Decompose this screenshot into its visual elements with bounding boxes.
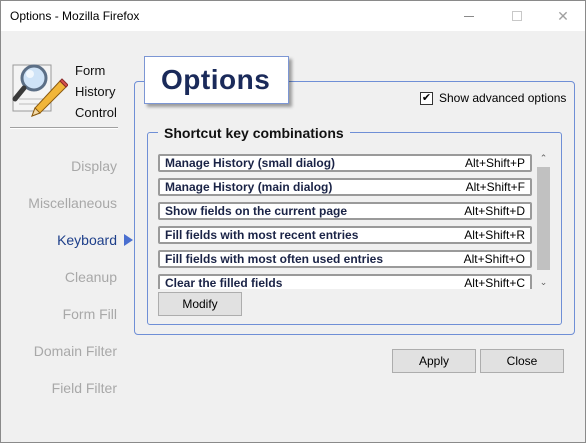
shortcut-command: Fill fields with most recent entries: [165, 228, 359, 242]
sidebar-divider: [10, 127, 118, 129]
shortcut-keys: Alt+Shift+P: [464, 156, 525, 170]
page-title: Options: [161, 64, 271, 95]
shortcut-command: Show fields on the current page: [165, 204, 348, 218]
window-title: Options - Mozilla Firefox: [10, 9, 140, 23]
advanced-options-checkbox[interactable]: ✔: [420, 91, 433, 105]
shortcut-command: Fill fields with most often used entries: [165, 252, 384, 266]
shortcut-command: Clear the filled fields: [165, 276, 283, 289]
minimize-icon: [464, 15, 474, 17]
scroll-down-button[interactable]: ⌄: [536, 275, 551, 289]
list-item[interactable]: Fill fields with most recent entries Alt…: [158, 226, 532, 244]
logo-line-2: History: [75, 84, 116, 99]
chevron-down-icon: ⌄: [539, 276, 548, 287]
shortcut-list[interactable]: Manage History (small dialog) Alt+Shift+…: [158, 151, 533, 289]
advanced-options-label: Show advanced options: [439, 91, 567, 105]
sidebar-item-miscellaneous[interactable]: Miscellaneous: [28, 195, 117, 215]
sidebar-item-cleanup[interactable]: Cleanup: [65, 269, 117, 289]
list-item[interactable]: Fill fields with most often used entries…: [158, 250, 532, 268]
sidebar-item-form-fill[interactable]: Form Fill: [63, 306, 117, 326]
app-logo: Form History Control: [10, 59, 120, 127]
sidebar-item-field-filter[interactable]: Field Filter: [52, 380, 117, 400]
list-item[interactable]: Manage History (main dialog) Alt+Shift+F: [158, 178, 532, 196]
shortcut-command: Manage History (small dialog): [165, 156, 336, 170]
sidebar-item-keyboard[interactable]: Keyboard: [57, 232, 117, 252]
logo-line-1: Form: [75, 63, 106, 78]
list-item[interactable]: Show fields on the current page Alt+Shif…: [158, 202, 532, 220]
close-icon: ✕: [557, 8, 569, 24]
scroll-up-button[interactable]: ⌃: [536, 151, 551, 165]
scrollbar-thumb[interactable]: [537, 167, 550, 270]
chevron-up-icon: ⌃: [539, 152, 548, 163]
sidebar-item-display[interactable]: Display: [71, 158, 117, 178]
shortcut-keys: Alt+Shift+O: [463, 252, 525, 266]
list-item[interactable]: Clear the filled fields Alt+Shift+C: [158, 274, 532, 289]
shortcut-command: Manage History (main dialog): [165, 180, 333, 194]
sidebar-item-domain-filter[interactable]: Domain Filter: [34, 343, 117, 363]
options-header: Options: [144, 56, 289, 104]
shortcut-list-scrollbar[interactable]: ⌃ ⌄: [536, 151, 551, 289]
shortcut-keys: Alt+Shift+R: [464, 228, 525, 242]
shortcut-group-title: Shortcut key combinations: [158, 125, 350, 141]
shortcut-keys: Alt+Shift+C: [464, 276, 525, 289]
close-window-button[interactable]: ✕: [540, 1, 586, 31]
magnifier-pencil-icon: [10, 59, 69, 119]
apply-button[interactable]: Apply: [392, 349, 476, 373]
shortcut-keys: Alt+Shift+D: [464, 204, 525, 218]
close-button[interactable]: Close: [480, 349, 564, 373]
modify-button[interactable]: Modify: [158, 292, 242, 316]
shortcut-keys: Alt+Shift+F: [465, 180, 525, 194]
logo-text: Form History Control: [75, 60, 117, 123]
maximize-icon: [512, 11, 522, 21]
list-item[interactable]: Manage History (small dialog) Alt+Shift+…: [158, 154, 532, 172]
minimize-button[interactable]: [446, 1, 492, 31]
active-arrow-icon: [124, 234, 133, 246]
title-bar[interactable]: Options - Mozilla Firefox ✕: [1, 1, 585, 31]
advanced-options-toggle[interactable]: ✔ Show advanced options: [420, 90, 566, 106]
maximize-button[interactable]: [494, 1, 540, 31]
logo-line-3: Control: [75, 105, 117, 120]
options-window: Options - Mozilla Firefox ✕ Form History…: [0, 0, 586, 443]
